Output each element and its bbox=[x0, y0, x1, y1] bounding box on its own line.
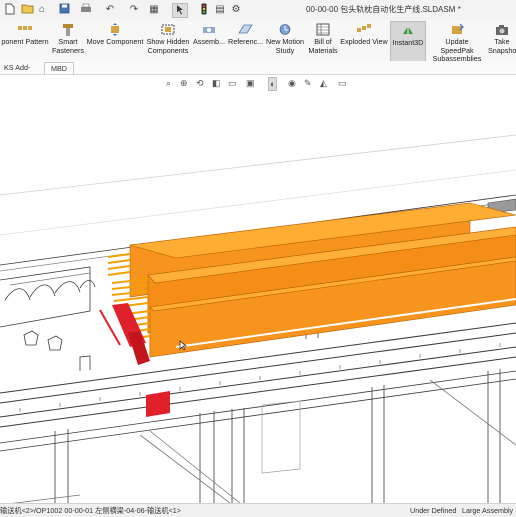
undo-icon[interactable]: ↶ bbox=[104, 3, 116, 16]
instant3d-icon bbox=[400, 24, 416, 37]
move-component-button[interactable]: Move Component bbox=[86, 21, 144, 60]
update-speedpak-button[interactable]: Update SpeedPak Subassemblies bbox=[428, 21, 486, 63]
camera-icon bbox=[494, 23, 510, 36]
title-bar: ⌂ ↶ ↷ ▦ ▤ ⚙ 00-00-00 包头轨枕自动化生产线.SLDASM * bbox=[0, 0, 516, 21]
graphics-area[interactable]: ⌕ ⊕ ⟲ ◧ ▭ ▣ ◐ ◉ ✎ ◭ ▭ bbox=[0, 75, 516, 503]
select-arrow-icon[interactable] bbox=[172, 3, 188, 18]
bill-of-materials-button[interactable]: Bill of Materials bbox=[308, 21, 338, 60]
show-hidden-icon bbox=[160, 23, 176, 36]
new-motion-study-button[interactable]: New Motion Study bbox=[264, 21, 306, 60]
motion-study-icon bbox=[277, 23, 293, 36]
status-bar: 输送机<2>/OP1002 00-00-01 左侧横梁-04-06-输送机<1>… bbox=[0, 503, 516, 517]
exploded-view-button[interactable]: Exploded View bbox=[340, 21, 388, 60]
move-component-icon bbox=[107, 23, 123, 36]
assembly-features-button[interactable]: Assemb... bbox=[192, 21, 226, 60]
orange-sleeper-beams[interactable] bbox=[129, 202, 516, 358]
bom-table-icon bbox=[315, 23, 331, 36]
home-icon[interactable]: ⌂ bbox=[36, 3, 48, 16]
reference-geometry-icon bbox=[237, 23, 253, 36]
linear-component-pattern-button[interactable]: ponent Pattern bbox=[0, 21, 50, 60]
command-tabs: KS Add-Ins MBD bbox=[0, 61, 516, 83]
exploded-view-icon bbox=[356, 23, 372, 36]
assembly-3d-model[interactable] bbox=[0, 75, 516, 503]
status-component-path: 输送机<2>/OP1002 00-00-01 左侧横梁-04-06-输送机<1> bbox=[0, 506, 181, 515]
status-large-assembly-mode[interactable]: Large Assembly bbox=[462, 504, 513, 517]
rebuild-icon[interactable]: ▦ bbox=[148, 3, 160, 16]
command-manager-ribbon: ponent Pattern Smart Fasteners Move Comp… bbox=[0, 20, 516, 63]
smart-fasteners-button[interactable]: Smart Fasteners bbox=[52, 21, 84, 60]
save-icon[interactable] bbox=[58, 3, 70, 16]
speedpak-icon bbox=[449, 23, 465, 36]
show-hidden-components-button[interactable]: Show Hidden Components bbox=[146, 21, 190, 60]
file-properties-icon[interactable]: ▤ bbox=[214, 3, 226, 16]
redo-icon[interactable]: ↷ bbox=[128, 3, 140, 16]
assembly-features-icon bbox=[201, 23, 217, 36]
window-title: 00-00-00 包头轨枕自动化生产线.SLDASM * bbox=[306, 5, 461, 14]
instant3d-button[interactable]: Instant3D bbox=[390, 21, 426, 62]
status-definition-state: Under Defined bbox=[410, 506, 457, 515]
tab-mbd[interactable]: MBD bbox=[44, 62, 74, 74]
new-document-icon[interactable] bbox=[4, 3, 16, 16]
open-folder-icon[interactable] bbox=[20, 3, 34, 16]
options-gear-icon[interactable]: ⚙ bbox=[230, 3, 242, 16]
fastener-icon bbox=[60, 23, 76, 36]
reference-geometry-button[interactable]: Referenc... bbox=[228, 21, 263, 60]
print-icon[interactable] bbox=[80, 3, 92, 16]
take-snapshot-button[interactable]: Take Snapsho bbox=[488, 21, 516, 60]
traffic-light-icon[interactable] bbox=[200, 3, 208, 16]
component-pattern-icon bbox=[17, 23, 33, 36]
tab-add-ins[interactable]: KS Add-Ins bbox=[0, 62, 45, 83]
